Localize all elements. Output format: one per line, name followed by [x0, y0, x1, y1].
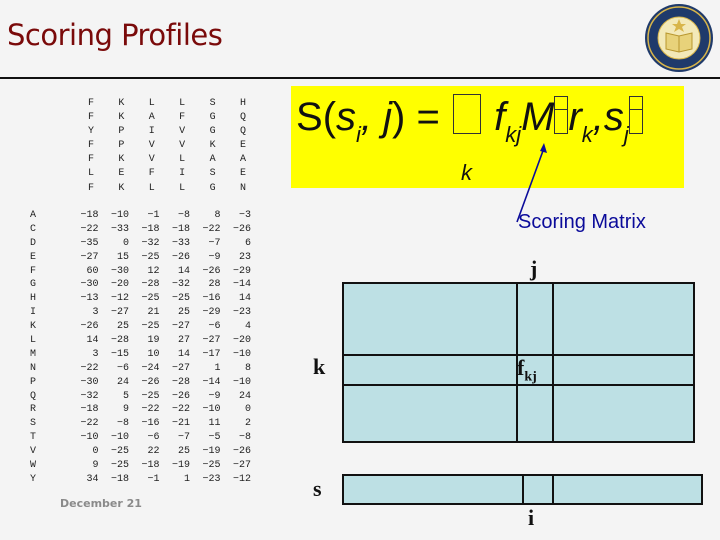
grid-line	[552, 284, 554, 441]
seq-line	[552, 476, 554, 503]
position-i-label: i	[528, 505, 535, 530]
annotation-arrow-icon	[516, 143, 547, 223]
cell-sub-kj: kj	[524, 369, 537, 385]
seq-line	[522, 476, 524, 503]
cell-fkj-label: fkj	[517, 355, 537, 385]
column-j-label: j	[530, 256, 538, 281]
sequence-s-label: s	[313, 476, 322, 501]
sequence-diagram	[342, 474, 703, 505]
scoring-matrix-label: Scoring Matrix	[518, 211, 646, 233]
row-k-label: k	[313, 354, 326, 379]
